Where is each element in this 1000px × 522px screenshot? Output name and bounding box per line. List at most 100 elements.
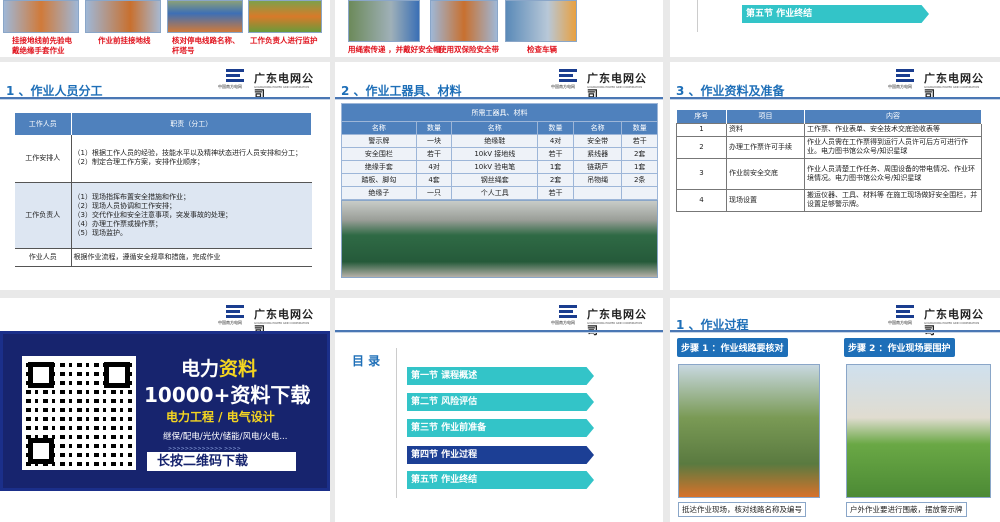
slide-ad[interactable]: 中国南方电网广东电网公司GUANGDONG POWER GRID CORPORA…: [0, 298, 330, 522]
photo-caption: 使用双保险安全带: [439, 45, 499, 54]
logo-icon: [226, 68, 246, 82]
table-cell: 若干: [537, 147, 574, 161]
table-cell: 4对: [537, 134, 574, 148]
table-cell: 链葫芦: [572, 160, 623, 174]
photo: [430, 0, 498, 42]
table-cell: 绝缘手套: [341, 160, 417, 174]
photo-caption: 核对停电线路名称、杆塔号: [172, 36, 240, 55]
table-cell: 紧线器: [572, 147, 623, 161]
slide-tools[interactable]: 2 、作业工器具、材料 中国南方电网 广东电网公司 GUANGDONG POWER …: [335, 62, 663, 290]
docs-table: 序号 项目 内容 1 资料 工作票、作业表单、安全技术交底验收表等 2 办理工作票许可手续作…: [676, 110, 982, 212]
step-2-caption: 户外作业要进行围蔽，摆放警示牌: [846, 502, 967, 517]
table-cell: 个人工具: [451, 186, 539, 200]
column-header: 名称: [572, 121, 623, 135]
logo-icon: [226, 304, 246, 318]
table-row: 3 作业前安全交底 作业人员清楚工作任务、周围设备的带电情况、作业环境情况。电力图书…: [676, 157, 982, 190]
table-row: 4 现场设置 搬运仪器、工具、材料等 在施工现场做好安全围栏，并设置足够警示牌。: [676, 188, 982, 212]
qr-code[interactable]: [22, 356, 136, 470]
column-header: 数量: [537, 121, 574, 135]
table-cell: 4对: [415, 160, 453, 174]
toc-item-4[interactable]: 第四节 作业过程: [407, 446, 594, 464]
table-cell: 安全围栏: [341, 147, 417, 161]
photo-caption: 用绳索传递 ，并戴好安全帽: [348, 45, 441, 54]
table-cell: 吊物绳: [572, 173, 623, 187]
table-cell: [621, 186, 658, 200]
company-logo: 中国南方电网广东电网公司GUANGDONG POWER GRID CORPORA…: [886, 304, 994, 337]
column-header: 名称: [341, 121, 417, 135]
table-cell: 钢丝绳套: [451, 173, 539, 187]
logo-icon: [896, 68, 916, 82]
toc-item-5[interactable]: 第五节 作业终结: [407, 471, 594, 489]
slide-top-right[interactable]: 第五节 作业终结: [670, 0, 1000, 57]
slide-staff[interactable]: 1 、作业人员分工 中国南方电网 广东电网公司 GUANGDONG POWER …: [0, 62, 330, 290]
table-row: 踏板、脚勾 4套 钢丝绳套 2套 吊物绳 2条: [341, 173, 658, 187]
table-cell: 4套: [415, 173, 453, 187]
table-cell: 一块: [415, 134, 453, 148]
table-cell: 1套: [621, 160, 658, 174]
slide-toc[interactable]: 中国南方电网广东电网公司GUANGDONG POWER GRID CORPORA…: [335, 298, 663, 522]
table-row: 绝缘手套 4对 10kV 验电笔 1套 链葫芦 1套: [341, 160, 658, 174]
table-cell: 办理工作票许可手续: [726, 135, 805, 159]
divider: [697, 0, 698, 32]
table-cell: 1: [676, 122, 727, 137]
table-row: 1 资料 工作票、作业表单、安全技术交底验收表等: [676, 122, 982, 137]
slide-process[interactable]: 1 、作业过程 中国南方电网广东电网公司GUANGDONG POWER GRID…: [670, 298, 1000, 522]
divider: [396, 348, 397, 498]
step-2-photo: [846, 364, 991, 498]
table-cell: 安全带: [572, 134, 623, 148]
table-cell: 10kV 验电笔: [451, 160, 539, 174]
photo: [348, 0, 420, 42]
table-row: 警示牌 一块 绝缘鞋 4对 安全带 若干: [341, 134, 658, 148]
toc-item-3[interactable]: 第三节 作业前准备: [407, 419, 594, 437]
slide-top-mid[interactable]: 用绳索传递 ，并戴好安全帽 使用双保险安全带 检查车辆: [335, 0, 663, 57]
company-logo: 中国南方电网广东电网公司GUANGDONG POWER GRID CORPORA…: [549, 304, 657, 337]
company-logo: 中国南方电网广东电网公司GUANGDONG POWER GRID CORPORA…: [886, 68, 994, 101]
header-rule: [0, 97, 330, 100]
table-row: 绝缘子 一只 个人工具 若干: [341, 186, 658, 200]
step-1-photo: [678, 364, 820, 498]
table-row: 安全围栏 若干 10kV 接地线 若干 紧线器 2套: [341, 147, 658, 161]
table-cell: 一只: [415, 186, 453, 200]
table-cell: 踏板、脚勾: [341, 173, 417, 187]
ad-banner[interactable]: 电力资料 10000+资料下载 电力工程 / 电气设计 继保/配电/光伏/储能/…: [0, 331, 330, 491]
download-button[interactable]: 长按二维码下载: [147, 452, 296, 471]
photo: [505, 0, 577, 42]
table-cell: 绝缘子: [341, 186, 417, 200]
table-cell: 警示牌: [341, 134, 417, 148]
toc-title: 目 录: [352, 354, 381, 368]
logo-icon: [896, 304, 916, 318]
slide-docs[interactable]: 3 、作业资料及准备 中国南方电网 广东电网公司 GUANGDONG POWER G…: [670, 62, 1000, 290]
table-cell: 作业前安全交底: [726, 157, 805, 190]
header-rule: [335, 97, 663, 100]
table-cell: 2套: [537, 173, 574, 187]
table-cell: 作业人员需在工作票得到运行人员许可后方可进行作业。电力图书馆公众号/知识星球: [804, 135, 982, 159]
table-cell: 若干: [621, 134, 658, 148]
table-cell: 作业人员清楚工作任务、周围设备的带电情况、作业环境情况。电力图书馆公众号/知识星…: [804, 157, 982, 190]
table-cell: 若干: [537, 186, 574, 200]
toc-item-1[interactable]: 第一节 课程概述: [407, 367, 594, 385]
table-cell: 现场设置: [726, 188, 805, 212]
table-cell: 绝缘鞋: [451, 134, 539, 148]
photo: [248, 0, 322, 33]
header-rule: [670, 97, 1000, 100]
table-cell: 1套: [537, 160, 574, 174]
table-cell: 工作票、作业表单、安全技术交底验收表等: [804, 122, 982, 137]
table-cell: 若干: [415, 147, 453, 161]
photo-caption: 挂接地线前先验电戴绝缘手套作业: [12, 36, 72, 55]
slide-top-left[interactable]: 挂接地线前先验电戴绝缘手套作业 作业前挂接地线 核对停电线路名称、杆塔号 工作负…: [0, 0, 330, 57]
table-cell: 2套: [621, 147, 658, 161]
toc-item-5[interactable]: 第五节 作业终结: [742, 5, 929, 23]
table-cell: 资料: [726, 122, 805, 137]
company-logo: 中国南方电网广东电网公司GUANGDONG POWER GRID CORPORA…: [216, 304, 324, 337]
table-cell: 2: [676, 135, 727, 159]
staff-table: 工作人员 职责（分工） 工作安排人 （1）根据工作人员的经验，技能水平以及精神状态进…: [15, 113, 312, 267]
step-1-caption: 抵达作业现场，核对线路名称及编号: [678, 502, 806, 517]
logo-icon: [559, 68, 579, 82]
table-cell: 4: [676, 188, 727, 212]
header-rule: [670, 330, 1000, 333]
logo-icon: [559, 304, 579, 318]
tools-photo: [341, 200, 658, 278]
toc-item-2[interactable]: 第二节 风险评估: [407, 393, 594, 411]
header-rule: [335, 330, 663, 333]
column-header: 名称: [451, 121, 539, 135]
